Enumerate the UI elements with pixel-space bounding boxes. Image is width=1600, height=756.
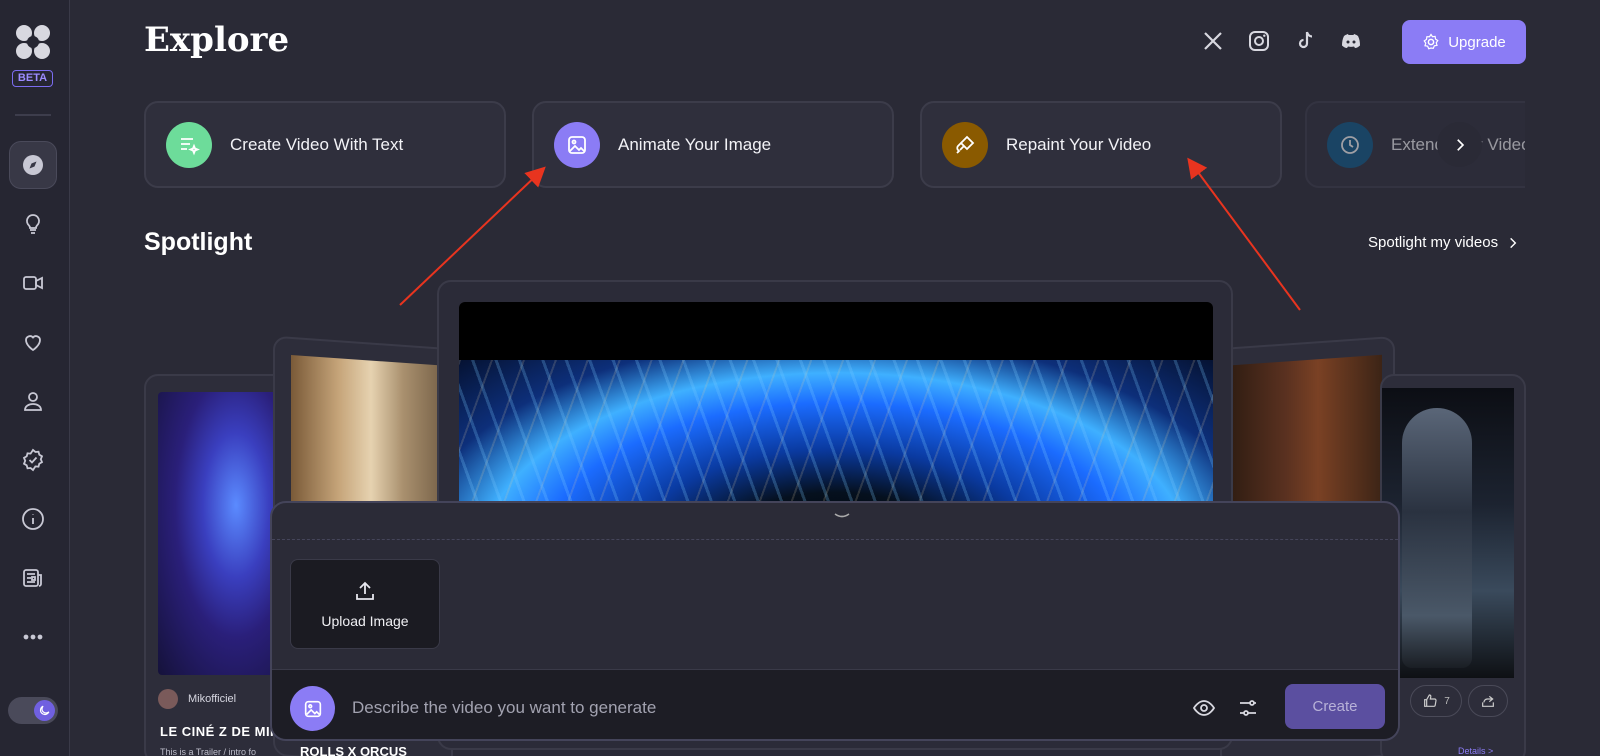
- user-icon: [24, 392, 42, 411]
- feature-label: Create Video With Text: [230, 134, 404, 154]
- chevron-right-icon: [1456, 138, 1464, 151]
- sidebar-item-favorites[interactable]: [9, 318, 57, 366]
- upload-image-button[interactable]: Upload Image: [290, 559, 440, 649]
- settings-button[interactable]: [1234, 694, 1262, 722]
- lightbulb-icon: [26, 214, 40, 234]
- info-icon: [22, 508, 44, 530]
- card-author[interactable]: Mikofficiel: [158, 689, 236, 709]
- feature-create-video-with-text[interactable]: Create Video With Text: [144, 101, 506, 188]
- sliders-icon: [1240, 700, 1256, 716]
- video-camera-icon: [23, 276, 43, 290]
- clock-icon: [1327, 121, 1373, 168]
- feature-carousel-overflow: Extend Your Video: [1305, 101, 1525, 188]
- avatar: [158, 689, 178, 709]
- author-name: Mikofficiel: [188, 693, 237, 705]
- heart-icon: [25, 335, 41, 352]
- chevron-right-icon: [1510, 237, 1517, 248]
- text-sparkle-icon: [166, 121, 212, 168]
- image-icon: [304, 700, 321, 717]
- badge-check-icon: [22, 448, 44, 472]
- video-thumbnail: [158, 392, 288, 675]
- gear-icon: [1423, 33, 1439, 50]
- share-button[interactable]: [1468, 685, 1508, 717]
- prompt-bar: Create: [272, 669, 1398, 739]
- card-title: LE CINÉ Z DE MIK: [160, 724, 280, 739]
- video-thumbnail: [1382, 388, 1514, 678]
- sidebar-item-verified[interactable]: [9, 436, 57, 484]
- sidebar-item-info[interactable]: [9, 495, 57, 543]
- feature-label: Repaint Your Video: [1006, 134, 1152, 154]
- details-link[interactable]: Details >: [1458, 746, 1493, 756]
- compass-icon: [23, 155, 43, 175]
- card-description: This is a Trailer / intro fo: [160, 747, 257, 756]
- tiktok-icon[interactable]: [1292, 28, 1318, 54]
- like-count: 7: [1444, 695, 1450, 707]
- composer-divider: [272, 539, 1398, 540]
- carousel-next-button[interactable]: [1437, 122, 1482, 167]
- instagram-icon[interactable]: [1246, 28, 1272, 54]
- more-dots-icon: [23, 634, 43, 640]
- spotlight-title: Spotlight: [144, 228, 253, 256]
- create-button[interactable]: Create: [1285, 684, 1385, 729]
- video-letterbox: [459, 302, 1213, 360]
- image-icon: [554, 121, 600, 168]
- sidebar-divider: [15, 114, 51, 116]
- sidebar-item-ideas[interactable]: [9, 200, 57, 248]
- like-button[interactable]: 7: [1410, 685, 1462, 717]
- attach-image-button[interactable]: [290, 686, 335, 731]
- sidebar: BETA: [0, 0, 70, 756]
- moon-icon: [34, 700, 55, 721]
- app-logo[interactable]: [13, 22, 53, 62]
- feature-animate-your-image[interactable]: Animate Your Image: [532, 101, 894, 188]
- spotlight-my-videos-link[interactable]: Spotlight my videos: [1368, 234, 1520, 251]
- social-links: [1200, 28, 1364, 54]
- upgrade-label: Upgrade: [1448, 33, 1506, 51]
- feature-label: Animate Your Image: [618, 134, 772, 154]
- eye-icon: [1192, 700, 1216, 716]
- card-title: ROLLS X ORCUS: [300, 744, 407, 756]
- discord-icon[interactable]: [1338, 28, 1364, 54]
- upload-label: Upload Image: [321, 613, 409, 629]
- sidebar-item-videos[interactable]: [9, 259, 57, 307]
- sidebar-item-profile[interactable]: [9, 377, 57, 425]
- theme-toggle[interactable]: [8, 697, 58, 724]
- thumbs-up-icon: [1424, 694, 1437, 707]
- figure-silhouette: [1402, 408, 1472, 668]
- preview-toggle-button[interactable]: [1190, 694, 1218, 722]
- chevron-down-icon[interactable]: [832, 511, 852, 521]
- video-composer: Upload Image Create: [270, 501, 1400, 741]
- newspaper-icon: [23, 569, 42, 587]
- paintbrush-icon: [942, 121, 988, 168]
- feature-repaint-your-video[interactable]: Repaint Your Video: [920, 101, 1282, 188]
- prompt-input[interactable]: [352, 692, 1152, 724]
- x-icon[interactable]: [1200, 28, 1226, 54]
- sidebar-item-explore[interactable]: [9, 141, 57, 189]
- page-title: Explore: [144, 20, 290, 60]
- share-icon: [1482, 695, 1494, 707]
- video-texture: [459, 360, 1213, 520]
- spotlight-link-label: Spotlight my videos: [1368, 234, 1499, 251]
- upload-icon: [356, 581, 374, 600]
- beta-badge: BETA: [12, 70, 53, 87]
- video-thumbnail: [459, 360, 1213, 520]
- sidebar-item-more[interactable]: [9, 613, 57, 661]
- upgrade-button[interactable]: Upgrade: [1402, 20, 1526, 64]
- feature-extend-your-video[interactable]: Extend Your Video: [1305, 101, 1525, 188]
- sidebar-item-news[interactable]: [9, 554, 57, 602]
